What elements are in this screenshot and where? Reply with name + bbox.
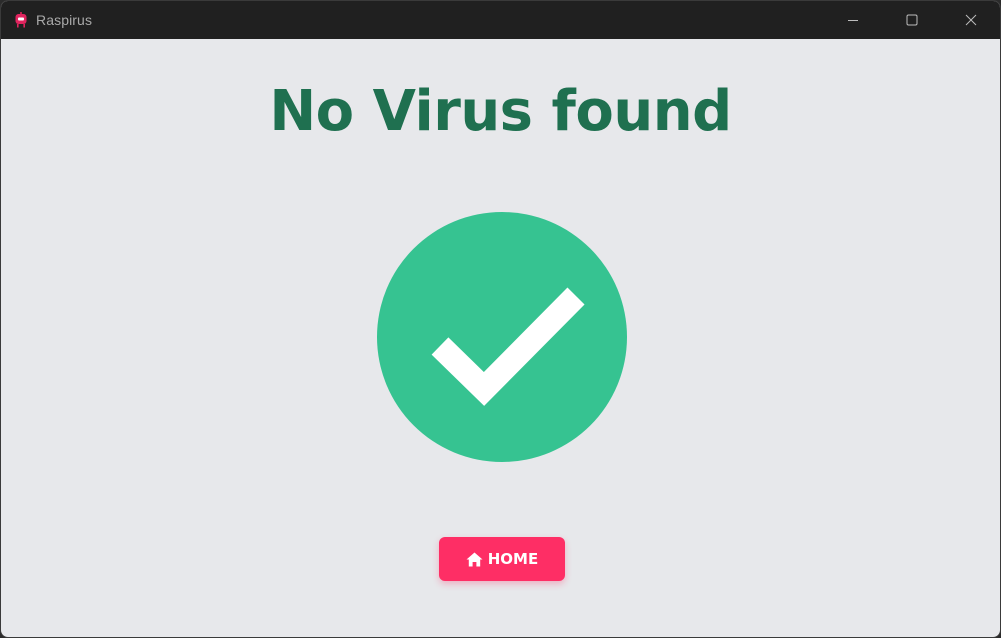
home-button[interactable]: HOME: [439, 537, 565, 581]
success-badge: [377, 212, 627, 462]
window-controls: [823, 1, 1000, 39]
checkmark-icon: [431, 287, 585, 406]
raspirus-logo-icon: [13, 12, 29, 28]
close-icon: [965, 14, 976, 26]
close-button[interactable]: [941, 1, 1000, 39]
title-bar[interactable]: Raspirus: [1, 1, 1000, 39]
minimize-icon: [847, 20, 858, 21]
minimize-button[interactable]: [823, 1, 882, 39]
result-view: No Virus found HOME: [1, 39, 1000, 637]
home-button-label: HOME: [487, 550, 539, 568]
app-window: Raspirus No Virus found HOME: [0, 0, 1001, 638]
maximize-icon: [906, 14, 917, 26]
result-heading: No Virus found: [269, 79, 732, 144]
house-icon: [466, 552, 483, 567]
maximize-button[interactable]: [882, 1, 941, 39]
window-title: Raspirus: [36, 12, 93, 28]
